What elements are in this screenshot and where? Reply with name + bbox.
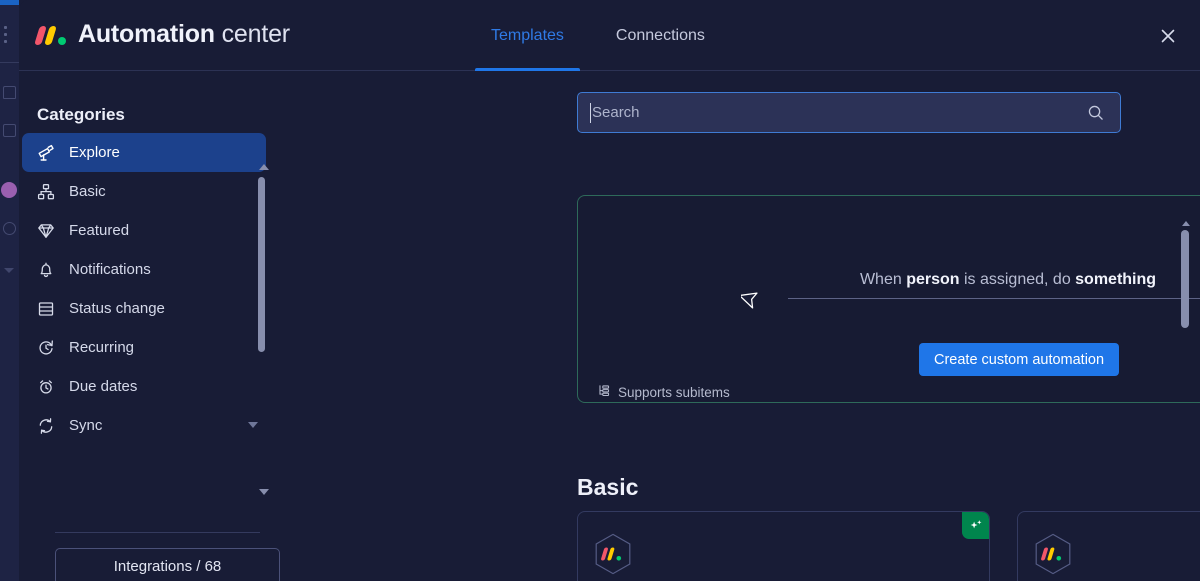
subitems-icon <box>597 384 611 401</box>
alarm-clock-icon <box>36 377 55 396</box>
tab-templates-label: Templates <box>491 26 564 44</box>
sync-icon <box>36 416 55 435</box>
tab-connections[interactable]: Connections <box>590 0 731 71</box>
monday-hex-icon <box>594 533 632 575</box>
recipe-trigger[interactable]: person <box>906 271 959 288</box>
monday-logo-icon <box>34 24 67 46</box>
scroll-up-arrow[interactable] <box>259 164 269 170</box>
background-menu-dots-icon <box>4 26 7 45</box>
close-icon <box>1161 29 1175 43</box>
recurring-icon <box>36 338 55 357</box>
background-chevron-down-icon <box>4 268 14 273</box>
brand: Automation center <box>34 20 290 49</box>
sidebar-item-status-change[interactable]: Status change <box>22 289 266 328</box>
search-bar[interactable] <box>577 92 1121 133</box>
tab-templates[interactable]: Templates <box>465 0 590 71</box>
page-title: Automation center <box>78 20 290 49</box>
background-divider <box>0 62 19 63</box>
sidebar-item-label: Due dates <box>69 378 138 395</box>
sidebar: Categories Explore Basic Featured Notifi… <box>19 71 296 581</box>
sidebar-title: Categories <box>37 105 125 124</box>
sidebar-item-label: Featured <box>69 222 130 239</box>
create-button-label: Create custom automation <box>934 351 1105 368</box>
sidebar-item-explore[interactable]: Explore <box>22 133 266 172</box>
scroll-up-arrow[interactable] <box>1182 221 1190 226</box>
background-home-icon <box>3 86 16 99</box>
background-accent-bar <box>0 0 19 5</box>
category-list: Explore Basic Featured Notifications Sta… <box>22 133 266 445</box>
sidebar-item-recurring[interactable]: Recurring <box>22 328 266 367</box>
sidebar-item-notifications[interactable]: Notifications <box>22 250 266 289</box>
sidebar-item-due-dates[interactable]: Due dates <box>22 367 266 406</box>
content-scrollbar[interactable] <box>1181 131 1191 571</box>
sidebar-item-label: Notifications <box>69 261 151 278</box>
sidebar-item-sync[interactable]: Sync <box>22 406 266 445</box>
create-custom-automation-button[interactable]: Create custom automation <box>919 343 1120 376</box>
sidebar-item-label: Status change <box>69 300 165 317</box>
scrollbar-thumb[interactable] <box>1181 230 1189 328</box>
close-button[interactable] <box>1150 18 1186 54</box>
background-board-icon <box>3 124 16 137</box>
tab-connections-label: Connections <box>615 26 705 44</box>
supports-subitems: Supports subitems <box>597 384 730 401</box>
sidebar-item-label: Sync <box>69 417 103 434</box>
custom-recipe-sentence[interactable]: When person is assigned, do something <box>788 271 1200 299</box>
template-card[interactable] <box>1017 511 1200 581</box>
template-card[interactable] <box>577 511 990 581</box>
sidebar-item-label: Recurring <box>69 339 135 356</box>
sidebar-item-label: Basic <box>69 183 106 200</box>
modal-header: Automation center Templates Connections <box>19 0 1200 71</box>
sidebar-divider <box>55 532 260 533</box>
integrations-button[interactable]: Integrations / 68 <box>55 548 280 581</box>
recipe-pre: When <box>859 271 907 288</box>
sidebar-item-featured[interactable]: Featured <box>22 211 266 250</box>
recipe-mid: is assigned, do <box>959 271 1076 288</box>
scrollbar-thumb[interactable] <box>258 177 265 352</box>
ai-sparkle-icon <box>962 512 989 539</box>
monday-hex-icon <box>1034 533 1072 575</box>
hierarchy-icon <box>36 182 55 201</box>
status-rows-icon <box>36 299 55 318</box>
bell-icon <box>36 260 55 279</box>
automation-center-modal: Automation center Templates Connections … <box>19 0 1200 581</box>
brand-title-bold: Automation <box>78 20 215 48</box>
search-input[interactable] <box>578 93 1087 132</box>
background-avatar <box>1 182 17 198</box>
sidebar-item-basic[interactable]: Basic <box>22 172 266 211</box>
telescope-icon <box>36 143 55 162</box>
background-search-icon <box>3 222 16 235</box>
text-cursor <box>590 103 591 123</box>
integrations-button-label: Integrations / 68 <box>113 558 222 575</box>
section-heading-basic: Basic <box>577 474 639 500</box>
modal-body: Categories Explore Basic Featured Notifi… <box>19 71 1200 581</box>
diamond-icon <box>36 221 55 240</box>
content-area: Learn to automate your workflow in 3 min… <box>296 71 1200 581</box>
search-icon[interactable] <box>1087 104 1120 121</box>
sidebar-item-label: Explore <box>69 144 120 161</box>
header-tabs: Templates Connections <box>465 0 731 71</box>
recipe-action[interactable]: something <box>1075 271 1156 288</box>
scroll-down-arrow[interactable] <box>259 489 269 495</box>
supports-subitems-label: Supports subitems <box>618 385 730 400</box>
sidebar-scrollbar[interactable] <box>257 159 271 509</box>
custom-automation-card: When person is assigned, do something Cr… <box>577 195 1200 403</box>
background-left-rail <box>0 0 19 581</box>
brand-title-light: center <box>214 20 290 48</box>
